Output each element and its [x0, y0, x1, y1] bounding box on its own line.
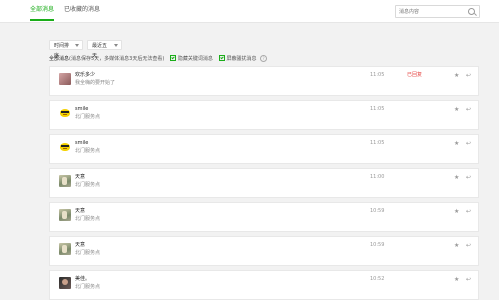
message-item[interactable]: smile 北门服务点 11:05 ★ ↩ — [49, 100, 479, 130]
avatar[interactable] — [59, 141, 71, 153]
message-time: 11:00 — [370, 174, 385, 180]
message-management-page: 全部消息 已收藏的消息 时间排序 最近五天 全部消息(消息保存5天，多媒体消息3… — [0, 0, 499, 300]
sunglasses — [61, 111, 69, 113]
message-time: 10:59 — [370, 208, 385, 214]
reply-icon[interactable]: ↩ — [466, 106, 471, 113]
tab-all-messages[interactable]: 全部消息 — [30, 6, 54, 14]
sender-name[interactable]: 天意 — [75, 208, 85, 215]
message-text: 北门服务点 — [75, 250, 101, 256]
message-time: 11:05 — [370, 140, 385, 146]
message-item[interactable]: smile 北门服务点 11:05 ★ ↩ — [49, 134, 479, 164]
active-tab-indicator — [30, 19, 54, 21]
message-time: 11:05 — [370, 106, 385, 112]
sunglasses — [61, 145, 69, 147]
avatar[interactable] — [59, 107, 71, 119]
message-summary: 全部消息(消息保存5天，多媒体消息3天后无法查看) 隐藏关键词消息 屏蔽骚扰消息… — [49, 54, 268, 63]
block-harass-label[interactable]: 屏蔽骚扰消息 — [227, 56, 257, 62]
help-icon[interactable]: ? — [260, 55, 268, 62]
star-icon[interactable]: ★ — [454, 140, 459, 147]
message-item[interactable]: 天意 北门服务点 10:59 ★ ↩ — [49, 202, 479, 232]
hide-keyword-checkbox[interactable] — [169, 54, 176, 61]
mouth — [63, 114, 67, 115]
search-icon[interactable] — [468, 8, 475, 15]
message-item[interactable]: 欢乐多少 我全嗨的要开始了 11:05 已回复 ★ ↩ — [49, 66, 479, 96]
sender-name[interactable]: 天意 — [75, 174, 85, 181]
sender-name[interactable]: 欢乐多少 — [75, 72, 95, 79]
range-dropdown[interactable]: 最近五天 — [87, 40, 122, 59]
star-icon[interactable]: ★ — [454, 174, 459, 181]
hide-keyword-label[interactable]: 隐藏关键词消息 — [178, 56, 213, 62]
mouth — [63, 148, 67, 149]
avatar-figure — [62, 279, 68, 285]
reply-status: 已回复 — [407, 72, 423, 78]
reply-icon[interactable]: ↩ — [466, 242, 471, 249]
message-text: 北门服务点 — [75, 216, 101, 222]
message-text: 北门服务点 — [75, 284, 101, 290]
avatar[interactable] — [59, 209, 71, 221]
message-time: 10:52 — [370, 276, 385, 282]
message-time: 10:59 — [370, 242, 385, 248]
chevron-down-icon — [114, 44, 118, 47]
star-icon[interactable]: ★ — [454, 106, 459, 113]
sender-name[interactable]: 天意 — [75, 242, 85, 249]
reply-icon[interactable]: ↩ — [466, 140, 471, 147]
reply-icon[interactable]: ↩ — [466, 174, 471, 181]
sender-name[interactable]: smile — [75, 106, 88, 113]
message-item[interactable]: 天意 北门服务点 11:00 ★ ↩ — [49, 168, 479, 198]
avatar-figure — [62, 177, 67, 185]
avatar[interactable] — [59, 175, 71, 187]
star-icon[interactable]: ★ — [454, 72, 459, 79]
avatar[interactable] — [59, 73, 71, 85]
tab-starred-messages[interactable]: 已收藏的消息 — [64, 6, 100, 14]
sort-dropdown[interactable]: 时间排序 — [49, 40, 83, 59]
block-harass-checkbox[interactable] — [218, 54, 225, 61]
chevron-down-icon — [75, 44, 79, 47]
message-text: 北门服务点 — [75, 114, 101, 120]
avatar[interactable] — [59, 243, 71, 255]
summary-title: 全部消息 — [49, 56, 70, 62]
sender-name[interactable]: 美佳。 — [75, 276, 90, 283]
avatar-figure — [62, 211, 67, 219]
message-text: 我全嗨的要开始了 — [75, 80, 116, 86]
reply-icon[interactable]: ↩ — [466, 72, 471, 79]
top-tab-bar: 全部消息 已收藏的消息 — [0, 0, 499, 23]
star-icon[interactable]: ★ — [454, 242, 459, 249]
message-item[interactable]: 天意 北门服务点 10:59 ★ ↩ — [49, 236, 479, 266]
reply-icon[interactable]: ↩ — [466, 208, 471, 215]
message-text: 北门服务点 — [75, 148, 101, 154]
reply-icon[interactable]: ↩ — [466, 276, 471, 283]
summary-note: (消息保存5天，多媒体消息3天后无法查看) — [69, 56, 165, 62]
message-time: 11:05 — [370, 72, 385, 78]
avatar[interactable] — [59, 277, 71, 289]
search-input[interactable] — [399, 6, 465, 17]
message-item[interactable]: 美佳。 北门服务点 10:52 ★ ↩ — [49, 270, 479, 300]
sender-name[interactable]: smile — [75, 140, 88, 147]
search-box[interactable] — [395, 5, 480, 18]
star-icon[interactable]: ★ — [454, 208, 459, 215]
message-text: 北门服务点 — [75, 182, 101, 188]
avatar-figure — [62, 245, 67, 253]
star-icon[interactable]: ★ — [454, 276, 459, 283]
